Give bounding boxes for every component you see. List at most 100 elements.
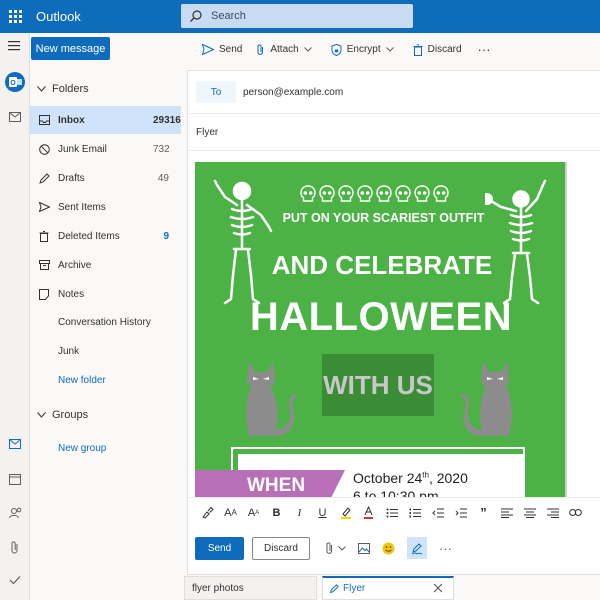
new-group-label: New group bbox=[58, 442, 107, 454]
folder-label: Drafts bbox=[58, 172, 85, 184]
calendar-icon bbox=[9, 474, 21, 485]
italic-icon[interactable]: I bbox=[288, 507, 311, 519]
folder-label: Junk Email bbox=[58, 143, 107, 155]
note-icon bbox=[39, 288, 49, 300]
formatting-toolbar: AA AA B I U ” bbox=[188, 497, 600, 527]
checkmark-icon bbox=[9, 576, 21, 585]
toolbar-discard-button[interactable]: Discard bbox=[413, 43, 462, 56]
app-launcher-button[interactable] bbox=[0, 0, 30, 33]
skeleton-icon bbox=[485, 179, 547, 305]
align-right-icon[interactable] bbox=[541, 508, 564, 518]
folder-inbox[interactable]: Inbox 29316 bbox=[30, 106, 181, 134]
grow-font-icon[interactable]: AA bbox=[242, 507, 265, 519]
toolbar-attach-button[interactable]: Attach bbox=[256, 44, 316, 56]
skull-icon bbox=[338, 185, 354, 202]
decrease-indent-icon[interactable] bbox=[426, 508, 449, 518]
editor-button[interactable] bbox=[407, 537, 427, 559]
format-painter-icon[interactable] bbox=[196, 506, 219, 519]
toolbar-encrypt-button[interactable]: Encrypt bbox=[331, 43, 399, 56]
chevron-down-icon bbox=[385, 47, 394, 52]
folder-label: Conversation History bbox=[58, 316, 151, 328]
tab-flyer[interactable]: Flyer bbox=[322, 576, 454, 600]
rail-calendar[interactable] bbox=[0, 473, 30, 485]
paperclip-icon bbox=[257, 44, 264, 55]
new-folder-label: New folder bbox=[58, 374, 106, 386]
groups-header[interactable]: Groups bbox=[30, 405, 181, 425]
chevron-down-icon bbox=[303, 47, 312, 52]
chevron-down-icon bbox=[36, 86, 46, 92]
mail-icon bbox=[9, 112, 21, 122]
search-box[interactable]: Search bbox=[181, 4, 413, 28]
rail-mail[interactable] bbox=[0, 439, 30, 449]
compose-toolbar: Send Attach Encrypt Discard ··· bbox=[181, 33, 600, 66]
rail-people[interactable] bbox=[0, 507, 30, 519]
quote-icon[interactable]: ” bbox=[472, 505, 495, 520]
image-icon bbox=[358, 542, 370, 554]
folder-count: 9 bbox=[163, 230, 169, 242]
skull-icon bbox=[300, 185, 316, 202]
to-field[interactable]: person@example.com bbox=[243, 87, 343, 98]
bullets-icon[interactable] bbox=[380, 508, 403, 518]
send-icon bbox=[202, 44, 214, 55]
event-date: October 24th, 2020 bbox=[353, 470, 468, 486]
attach-file-button[interactable] bbox=[325, 542, 346, 555]
new-group-link[interactable]: New group bbox=[30, 434, 181, 462]
align-left-icon[interactable] bbox=[495, 508, 518, 518]
tab-label: flyer photos bbox=[192, 582, 244, 594]
tab-flyer-photos[interactable]: flyer photos bbox=[184, 576, 317, 600]
rail-attachments[interactable] bbox=[0, 541, 30, 554]
new-message-button[interactable]: New message bbox=[31, 37, 110, 60]
align-center-icon[interactable] bbox=[518, 508, 541, 518]
close-icon[interactable] bbox=[433, 583, 443, 593]
folders-header-label: Folders bbox=[52, 83, 89, 95]
trash-icon bbox=[39, 230, 49, 242]
increase-indent-icon[interactable] bbox=[449, 508, 472, 518]
halloween-flyer-image[interactable]: PUT ON YOUR SCARIEST OUTFIT AND CELEBRAT… bbox=[195, 162, 567, 497]
folder-drafts[interactable]: Drafts 49 bbox=[30, 164, 181, 192]
rail-outlook-app[interactable]: O bbox=[0, 71, 30, 93]
folder-junk[interactable]: Junk bbox=[30, 337, 181, 365]
hamburger-icon bbox=[8, 41, 20, 51]
link-icon[interactable] bbox=[564, 508, 587, 517]
insert-picture-button[interactable] bbox=[358, 542, 370, 554]
folder-sent-items[interactable]: Sent Items bbox=[30, 193, 181, 221]
rail-todo[interactable] bbox=[0, 575, 30, 585]
outlook-app-icon: O bbox=[5, 72, 25, 92]
compose-actions: Send Discard ··· bbox=[188, 533, 600, 563]
folder-deleted-items[interactable]: Deleted Items 9 bbox=[30, 222, 181, 250]
subject-field[interactable]: Flyer bbox=[188, 114, 600, 151]
trash-icon bbox=[413, 43, 423, 56]
rail-mail-small[interactable] bbox=[0, 112, 30, 122]
folder-junk-email[interactable]: Junk Email 732 bbox=[30, 135, 181, 163]
discard-button[interactable]: Discard bbox=[252, 536, 310, 560]
font-color-icon[interactable] bbox=[357, 506, 380, 519]
search-icon bbox=[190, 10, 202, 22]
underline-icon[interactable]: U bbox=[311, 507, 334, 519]
folder-archive[interactable]: Archive bbox=[30, 251, 181, 279]
toolbar-send-button[interactable]: Send bbox=[202, 44, 242, 55]
new-folder-link[interactable]: New folder bbox=[30, 366, 181, 394]
send-button[interactable]: Send bbox=[195, 536, 244, 560]
bold-icon[interactable]: B bbox=[265, 507, 288, 519]
event-time: 6 to 10:30 pm bbox=[353, 488, 439, 497]
to-row: To person@example.com bbox=[188, 71, 600, 114]
highlight-icon[interactable] bbox=[334, 506, 357, 519]
folder-conversation-history[interactable]: Conversation History bbox=[30, 308, 181, 336]
toolbar-more-button[interactable]: ··· bbox=[478, 42, 491, 57]
flyer-line-2: AND CELEBRATE bbox=[271, 250, 493, 280]
more-options-button[interactable]: ··· bbox=[439, 541, 452, 556]
folder-notes[interactable]: Notes bbox=[30, 280, 181, 308]
folders-header[interactable]: Folders bbox=[30, 79, 181, 99]
toolbar-discard-label: Discard bbox=[427, 44, 462, 55]
svg-text:O: O bbox=[10, 80, 16, 87]
toolbar-encrypt-label: Encrypt bbox=[346, 44, 381, 55]
pencil-icon bbox=[38, 172, 50, 184]
font-size-icon[interactable]: AA bbox=[219, 507, 242, 519]
to-button[interactable]: To bbox=[196, 81, 236, 103]
rail-hamburger[interactable] bbox=[0, 40, 30, 52]
numbering-icon[interactable] bbox=[403, 508, 426, 518]
emoji-button[interactable] bbox=[382, 542, 395, 555]
search-input[interactable]: Search bbox=[211, 10, 246, 22]
folder-label: Junk bbox=[58, 345, 80, 357]
skull-icon bbox=[376, 185, 392, 202]
